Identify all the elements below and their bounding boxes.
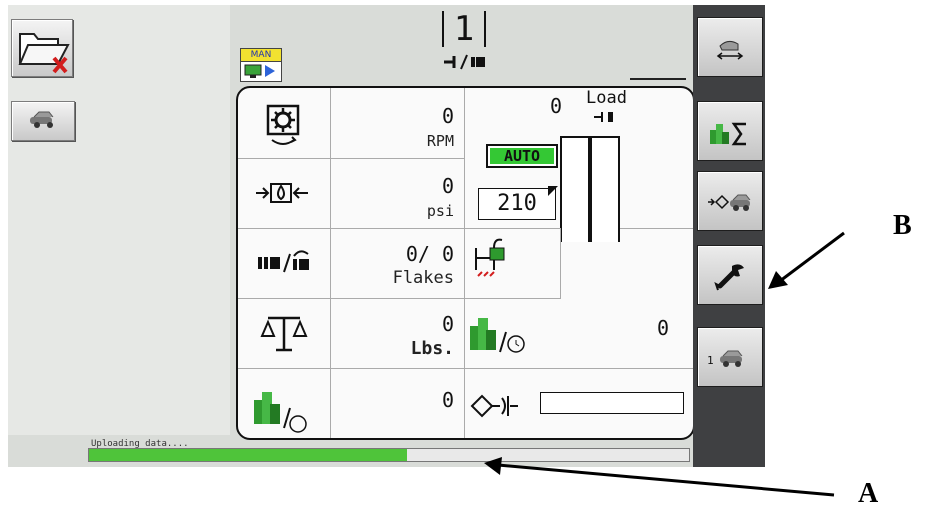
knotter-cell[interactable] [464,368,693,438]
flakes-unit: Flakes [392,268,454,288]
machine-arrow-icon [708,194,751,211]
terminal-screen: MAN 1 0 RPM 0 psi 0/ 0 Flakes 0 Lbs. 0 0… [8,5,765,467]
weight-icon-cell[interactable] [238,298,331,369]
load-gate-icon [594,112,613,122]
machine-icon [30,111,54,128]
rpm-readout[interactable]: 0 RPM [330,88,465,159]
rpm-value: 0 [441,104,454,128]
weight-unit: Lbs. [410,338,454,359]
bale-count-value: 0 [441,388,454,412]
svg-text:1: 1 [707,354,714,367]
folder-delete-button[interactable] [11,19,73,77]
weight-value: 0 [441,312,454,336]
setpoint-corner-icon [548,186,558,196]
auto-badge[interactable]: AUTO [486,144,558,168]
bale-timer-icon [254,392,307,433]
rotation-gear-icon [266,104,300,145]
callout-label-a: A [858,478,879,509]
load-bar-left [560,136,590,242]
lock-icon-cell[interactable] [464,228,561,299]
bale-count-icon-cell[interactable] [238,368,331,438]
load-bar-right [590,136,620,242]
callout-label-b: B [893,210,912,241]
flakes-icon-cell[interactable] [238,228,331,299]
flakes-readout[interactable]: 0/ 0 Flakes [330,228,465,299]
unlock-icon [475,238,505,277]
hydraulic-pressure-icon [256,183,308,203]
machine-1-icon: 1 [707,350,743,367]
header-rule [630,78,686,80]
load-title: Load [586,88,627,108]
folder-delete-icon [18,33,70,74]
left-panel [8,5,230,435]
rpm-icon-cell[interactable] [238,88,331,159]
flakes-icon [258,250,309,273]
knotter-bar [540,392,684,414]
machine-button[interactable] [11,101,75,141]
load-value: 0 [550,94,563,118]
pressure-unit: psi [426,202,454,220]
mode-play-icon [244,64,275,78]
knotter-icon [470,394,518,418]
settings-button[interactable] [697,245,763,305]
flakes-value: 0/ 0 [405,242,454,266]
callout-arrow-b [768,231,845,289]
hand-calibrate-icon [716,40,744,60]
machine-1-button[interactable]: 1 [697,327,763,387]
selected-number[interactable]: 1 [442,11,486,47]
load-section[interactable]: 0 Load AUTO 210 [464,88,693,242]
weight-readout[interactable]: 0 Lbs. [330,298,465,369]
bale-total-icon [710,122,746,146]
bale-rate-value: 0 [656,316,669,340]
mode-badge: MAN [241,49,281,62]
machine-diagnostic-button[interactable] [697,171,763,231]
bale-rate-cell[interactable]: 0 [464,298,693,369]
calibrate-button[interactable] [697,17,763,77]
wrench-icon [714,264,744,291]
softkey-column: 1 [693,5,765,467]
mode-indicator[interactable]: MAN [240,48,282,82]
readout-panel: 0 RPM 0 psi 0/ 0 Flakes 0 Lbs. 0 0 Load … [236,86,695,440]
pressure-value: 0 [441,174,454,198]
pressure-icon-cell[interactable] [238,158,331,229]
setpoint-field[interactable]: 210 [478,188,556,220]
bale-rate-icon [470,318,525,353]
bale-count-readout[interactable]: 0 [330,368,465,438]
bale-total-button[interactable] [697,101,763,161]
callout-arrow-a [484,457,835,497]
flake-count-icon [444,54,485,70]
pressure-readout[interactable]: 0 psi [330,158,465,229]
rpm-unit: RPM [426,132,454,150]
scale-icon [260,316,308,352]
upload-progress-fill [89,449,407,461]
